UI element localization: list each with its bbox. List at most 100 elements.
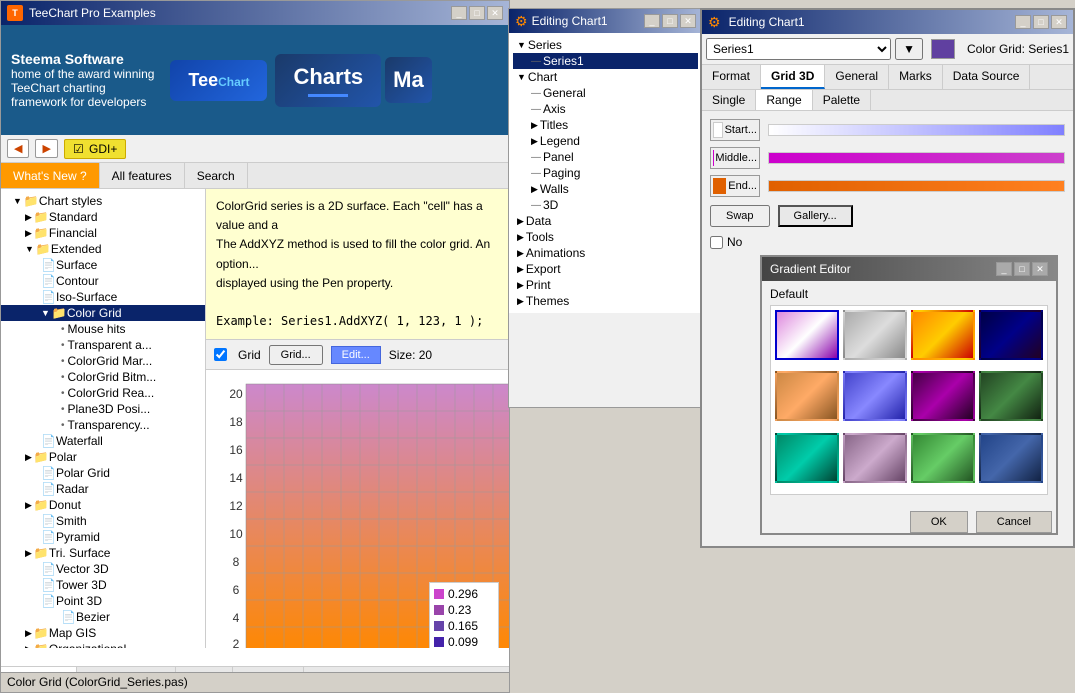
tab-general[interactable]: General bbox=[825, 65, 889, 89]
tree-item-transparent[interactable]: • Transparent a... bbox=[1, 337, 205, 353]
edit-btn[interactable]: Edit... bbox=[331, 346, 381, 364]
gallery-btn[interactable]: Gallery... bbox=[778, 205, 853, 227]
tree-item-tower3d[interactable]: 📄 Tower 3D bbox=[1, 577, 205, 593]
maximize-btn[interactable]: □ bbox=[469, 6, 485, 20]
gradient-cancel-btn[interactable]: Cancel bbox=[976, 511, 1052, 533]
middle-slider[interactable] bbox=[768, 152, 1065, 164]
no-checkbox[interactable] bbox=[710, 236, 723, 249]
nav-tab-all-features[interactable]: All features bbox=[100, 163, 185, 188]
end-slider[interactable] bbox=[768, 180, 1065, 192]
minimize-btn[interactable]: _ bbox=[451, 6, 467, 20]
gdi-btn[interactable]: ☑ GDI+ bbox=[64, 139, 126, 159]
tree-item-transparency[interactable]: • Transparency... bbox=[1, 417, 205, 433]
tree-item-colorgrid-rea[interactable]: • ColorGrid Rea... bbox=[1, 385, 205, 401]
edit-tree-chart[interactable]: ▼ Chart bbox=[513, 69, 698, 85]
edit-tree-export[interactable]: ▶ Export bbox=[513, 261, 698, 277]
tree-item-iso[interactable]: 📄 Iso-Surface bbox=[1, 289, 205, 305]
series-maximize-btn[interactable]: □ bbox=[1033, 15, 1049, 29]
tree-item-organizational[interactable]: ▶ 📁 Organizational bbox=[1, 641, 205, 648]
gradient-swatch-9[interactable] bbox=[843, 433, 907, 483]
edit-tree-general[interactable]: — General bbox=[513, 85, 698, 101]
edit-tree-panel[interactable]: — Panel bbox=[513, 149, 698, 165]
series-close-btn[interactable]: ✕ bbox=[1051, 15, 1067, 29]
tab-marks[interactable]: Marks bbox=[889, 65, 943, 89]
tree-item-colorgrid-mar[interactable]: • ColorGrid Mar... bbox=[1, 353, 205, 369]
tree-item-point3d[interactable]: 📄 Point 3D bbox=[1, 593, 205, 609]
edit-tree-paging[interactable]: — Paging bbox=[513, 165, 698, 181]
grid-checkbox[interactable] bbox=[214, 348, 227, 361]
tree-item-surface[interactable]: 📄 Surface bbox=[1, 257, 205, 273]
tree-item-waterfall[interactable]: 📄 Waterfall bbox=[1, 433, 205, 449]
back-btn[interactable]: ◀ bbox=[7, 139, 29, 158]
edit-minimize-btn[interactable]: _ bbox=[644, 14, 660, 28]
tab-grid3d[interactable]: Grid 3D bbox=[761, 65, 825, 89]
subtab-palette[interactable]: Palette bbox=[813, 90, 871, 110]
tree-item-tri-surface[interactable]: ▶ 📁 Tri. Surface bbox=[1, 545, 205, 561]
middle-color-btn[interactable]: Middle... bbox=[710, 147, 760, 169]
edit-tree-data[interactable]: ▶ Data bbox=[513, 213, 698, 229]
edit-tree-themes[interactable]: ▶ Themes bbox=[513, 293, 698, 309]
tree-item-bezier[interactable]: 📄 Bezier bbox=[1, 609, 205, 625]
gradient-swatch-3[interactable] bbox=[979, 310, 1043, 360]
gradient-swatch-6[interactable] bbox=[911, 371, 975, 421]
start-color-btn[interactable]: Start... bbox=[710, 119, 760, 141]
edit-tree-titles[interactable]: ▶ Titles bbox=[513, 117, 698, 133]
edit-tree-series1[interactable]: — Series1 bbox=[513, 53, 698, 69]
tree-item-colorgrid-bitm[interactable]: • ColorGrid Bitm... bbox=[1, 369, 205, 385]
gradient-swatch-8[interactable] bbox=[775, 433, 839, 483]
tree-item-pyramid[interactable]: 📄 Pyramid bbox=[1, 529, 205, 545]
end-color-btn[interactable]: End... bbox=[710, 175, 760, 197]
tree-item-standard[interactable]: ▶ 📁 Standard bbox=[1, 209, 205, 225]
gradient-ok-btn[interactable]: OK bbox=[910, 511, 968, 533]
close-btn[interactable]: ✕ bbox=[487, 6, 503, 20]
tree-item-color-grid[interactable]: ▼ 📁 Color Grid bbox=[1, 305, 205, 321]
tree-item-chart-styles[interactable]: ▼ 📁 Chart styles bbox=[1, 193, 205, 209]
tree-item-radar[interactable]: 📄 Radar bbox=[1, 481, 205, 497]
edit-maximize-btn[interactable]: □ bbox=[662, 14, 678, 28]
tree-item-vector3d[interactable]: 📄 Vector 3D bbox=[1, 561, 205, 577]
edit-tree-walls[interactable]: ▶ Walls bbox=[513, 181, 698, 197]
series-dropdown[interactable]: Series1 bbox=[706, 38, 891, 60]
gradient-swatch-11[interactable] bbox=[979, 433, 1043, 483]
tree-item-mouse-hits[interactable]: • Mouse hits bbox=[1, 321, 205, 337]
gradient-close-btn[interactable]: ✕ bbox=[1032, 262, 1048, 276]
subtab-range[interactable]: Range bbox=[756, 90, 812, 110]
gradient-swatch-5[interactable] bbox=[843, 371, 907, 421]
edit-tree-series[interactable]: ▼ Series bbox=[513, 37, 698, 53]
tree-item-donut[interactable]: ▶ 📁 Donut bbox=[1, 497, 205, 513]
grid-settings-btn[interactable]: Grid... bbox=[269, 345, 323, 365]
tree-item-financial[interactable]: ▶ 📁 Financial bbox=[1, 225, 205, 241]
gradient-swatch-4[interactable] bbox=[775, 371, 839, 421]
gradient-minimize-btn[interactable]: _ bbox=[996, 262, 1012, 276]
edit-tree-3d[interactable]: — 3D bbox=[513, 197, 698, 213]
nav-tab-search[interactable]: Search bbox=[185, 163, 248, 188]
tree-item-extended[interactable]: ▼ 📁 Extended bbox=[1, 241, 205, 257]
tree-item-contour[interactable]: 📄 Contour bbox=[1, 273, 205, 289]
gradient-swatch-1[interactable] bbox=[843, 310, 907, 360]
edit-tree-legend[interactable]: ▶ Legend bbox=[513, 133, 698, 149]
tree-item-mapgis[interactable]: ▶ 📁 Map GIS bbox=[1, 625, 205, 641]
start-slider[interactable] bbox=[768, 124, 1065, 136]
tree-item-polar-grid[interactable]: 📄 Polar Grid bbox=[1, 465, 205, 481]
tab-datasource[interactable]: Data Source bbox=[943, 65, 1031, 89]
gradient-swatch-10[interactable] bbox=[911, 433, 975, 483]
gradient-swatch-2[interactable] bbox=[911, 310, 975, 360]
series-minimize-btn[interactable]: _ bbox=[1015, 15, 1031, 29]
gradient-maximize-btn[interactable]: □ bbox=[1014, 262, 1030, 276]
edit-tree-print[interactable]: ▶ Print bbox=[513, 277, 698, 293]
forward-btn[interactable]: ▶ bbox=[35, 139, 57, 158]
tab-format[interactable]: Format bbox=[702, 65, 761, 89]
gradient-swatch-7[interactable] bbox=[979, 371, 1043, 421]
edit-tree-tools[interactable]: ▶ Tools bbox=[513, 229, 698, 245]
edit-tree-axis[interactable]: — Axis bbox=[513, 101, 698, 117]
swap-btn[interactable]: Swap bbox=[710, 205, 770, 227]
subtab-single[interactable]: Single bbox=[702, 90, 756, 110]
edit-tree-animations[interactable]: ▶ Animations bbox=[513, 245, 698, 261]
tree-item-plane3d[interactable]: • Plane3D Posi... bbox=[1, 401, 205, 417]
gradient-swatch-0[interactable] bbox=[775, 310, 839, 360]
tree-item-polar[interactable]: ▶ 📁 Polar bbox=[1, 449, 205, 465]
tree-item-smith[interactable]: 📄 Smith bbox=[1, 513, 205, 529]
nav-tab-whats-new[interactable]: What's New ? bbox=[1, 163, 100, 188]
edit-close-btn[interactable]: ✕ bbox=[680, 14, 696, 28]
series-dropdown-btn[interactable]: ▼ bbox=[895, 38, 923, 60]
